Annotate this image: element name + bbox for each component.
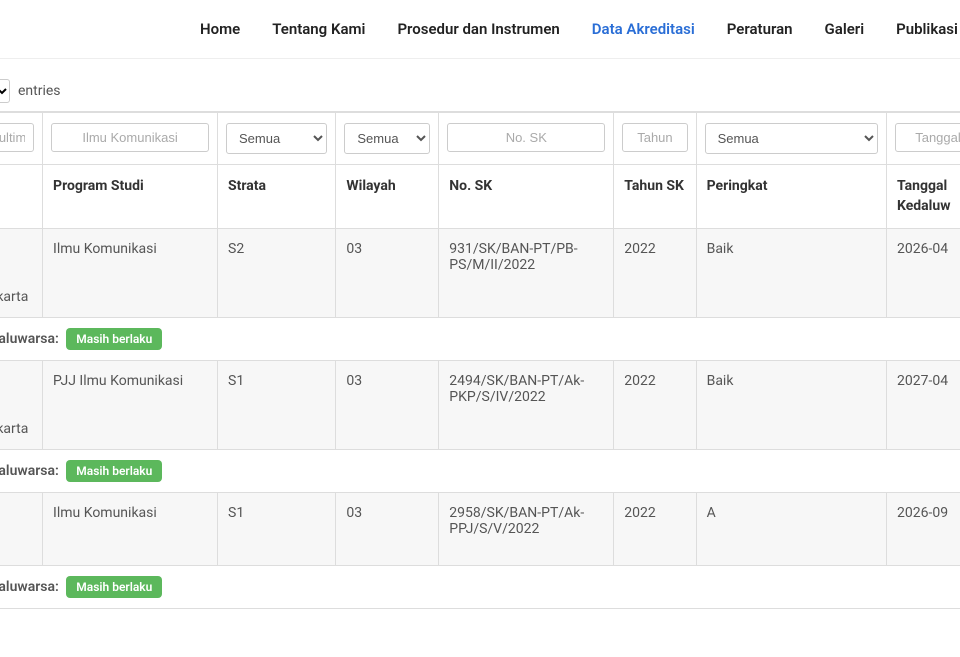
th-wilayah[interactable]: Wilayah <box>336 165 439 229</box>
cell-wilayah: 03 <box>336 493 439 566</box>
cell-strata: S1 <box>218 361 336 450</box>
filter-pt[interactable] <box>0 123 34 152</box>
nav-tentang[interactable]: Tentang Kami <box>272 20 365 38</box>
cell-nosk: 2958/SK/BAN-PT/Ak-PPJ/S/V/2022 <box>439 493 614 566</box>
table-row: as ia a Jakarta Ilmu Komunikasi S2 03 93… <box>0 229 960 318</box>
filter-program[interactable] <box>51 123 209 152</box>
filter-row: Semua Semua Semua <box>0 113 960 165</box>
child-row: edaluwarsa: Masih berlaku <box>0 318 960 361</box>
cell-nosk: 931/SK/BAN-PT/PB-PS/M/II/2022 <box>439 229 614 318</box>
nav-galeri[interactable]: Galeri <box>825 20 865 38</box>
status-badge: Masih berlaku <box>66 328 162 350</box>
cell-wilayah: 03 <box>336 229 439 318</box>
cell-strata: S2 <box>218 229 336 318</box>
th-tanggal[interactable]: Tanggal Kedaluw <box>887 165 960 229</box>
nav-data-akreditasi[interactable]: Data Akreditasi <box>592 20 695 38</box>
cell-peringkat: A <box>696 493 886 566</box>
data-table-wrap: Semua Semua Semua ggi Program Studi Stra… <box>0 111 960 609</box>
entries-select[interactable] <box>0 79 10 103</box>
cell-pt: as ia a Jakarta <box>0 229 43 318</box>
cell-pt: as ia a <box>0 493 43 566</box>
cell-tahun: 2022 <box>614 229 696 318</box>
th-strata[interactable]: Strata <box>218 165 336 229</box>
cell-pt: as ia a Jakarta <box>0 361 43 450</box>
child-row: edaluwarsa: Masih berlaku <box>0 450 960 493</box>
header-row: ggi Program Studi Strata Wilayah No. SK … <box>0 165 960 229</box>
nav-publikasi[interactable]: Publikasi <box>896 20 958 38</box>
cell-tanggal: 2026-09 <box>887 493 960 566</box>
th-tahun[interactable]: Tahun SK <box>614 165 696 229</box>
cell-tanggal: 2027-04 <box>887 361 960 450</box>
cell-tanggal: 2026-04 <box>887 229 960 318</box>
cell-program: PJJ Ilmu Komunikasi <box>43 361 218 450</box>
cell-tahun: 2022 <box>614 361 696 450</box>
accreditation-table: Semua Semua Semua ggi Program Studi Stra… <box>0 112 960 609</box>
child-row: edaluwarsa: Masih berlaku <box>0 566 960 609</box>
nav-prosedur[interactable]: Prosedur dan Instrumen <box>397 20 559 38</box>
th-program[interactable]: Program Studi <box>43 165 218 229</box>
cell-program: Ilmu Komunikasi <box>43 229 218 318</box>
cell-peringkat: Baik <box>696 361 886 450</box>
status-badge: Masih berlaku <box>66 460 162 482</box>
filter-strata[interactable]: Semua <box>226 123 327 154</box>
filter-tanggal[interactable] <box>895 123 960 152</box>
filter-tahun[interactable] <box>622 123 687 152</box>
status-badge: Masih berlaku <box>66 576 162 598</box>
nav-home[interactable]: Home <box>200 20 240 38</box>
length-control: entries <box>0 79 960 103</box>
cell-wilayah: 03 <box>336 361 439 450</box>
expiry-label: edaluwarsa: <box>0 579 59 595</box>
th-pt[interactable]: ggi <box>0 165 43 229</box>
cell-tahun: 2022 <box>614 493 696 566</box>
cell-strata: S1 <box>218 493 336 566</box>
filter-wilayah[interactable]: Semua <box>344 123 430 154</box>
th-peringkat[interactable]: Peringkat <box>696 165 886 229</box>
cell-nosk: 2494/SK/BAN-PT/Ak-PKP/S/IV/2022 <box>439 361 614 450</box>
main-nav: Home Tentang Kami Prosedur dan Instrumen… <box>0 0 960 59</box>
filter-peringkat[interactable]: Semua <box>705 123 878 154</box>
table-row: as ia a Ilmu Komunikasi S1 03 2958/SK/BA… <box>0 493 960 566</box>
cell-program: Ilmu Komunikasi <box>43 493 218 566</box>
table-row: as ia a Jakarta PJJ Ilmu Komunikasi S1 0… <box>0 361 960 450</box>
expiry-label: edaluwarsa: <box>0 331 59 347</box>
cell-peringkat: Baik <box>696 229 886 318</box>
expiry-label: edaluwarsa: <box>0 463 59 479</box>
nav-peraturan[interactable]: Peraturan <box>727 20 793 38</box>
filter-nosk[interactable] <box>447 123 605 152</box>
entries-label: entries <box>18 83 61 99</box>
th-nosk[interactable]: No. SK <box>439 165 614 229</box>
